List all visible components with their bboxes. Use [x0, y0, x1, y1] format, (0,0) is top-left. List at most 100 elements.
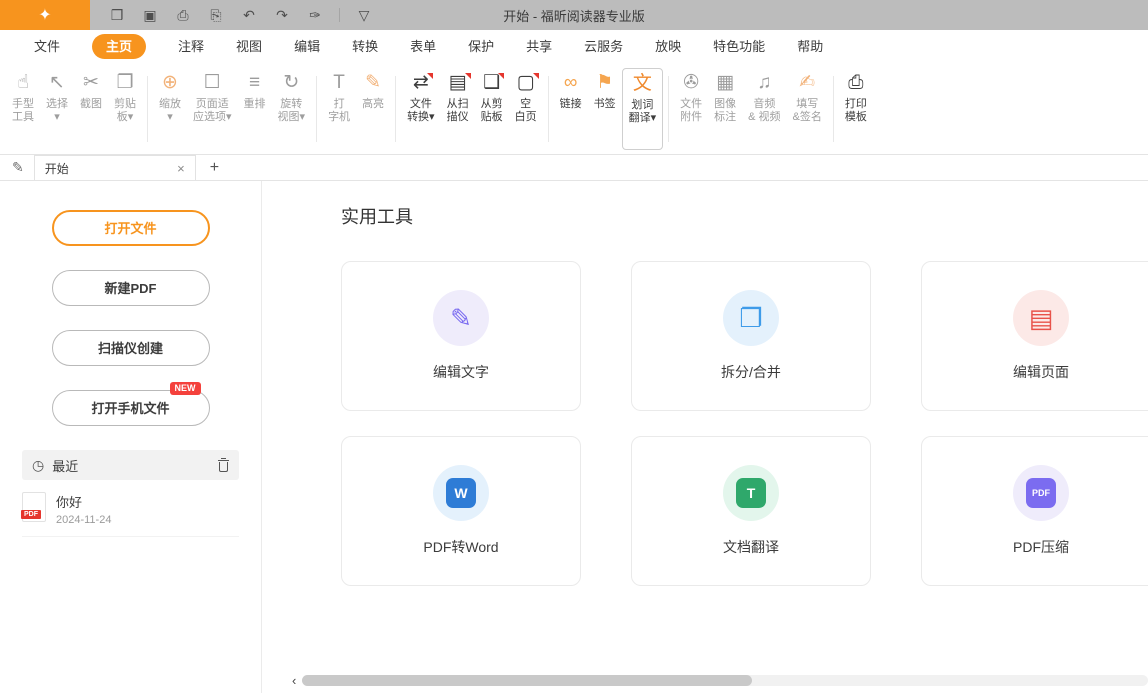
- tool-label: 缩放: [159, 98, 181, 111]
- card-edit-page[interactable]: ▤ 编辑页面: [921, 261, 1148, 411]
- select-icon: ↖: [49, 71, 65, 95]
- tool-label: 文件: [410, 98, 432, 111]
- scanner-create-button[interactable]: 扫描仪创建: [52, 330, 210, 366]
- tool-label: ▾: [54, 111, 60, 124]
- tool-label: 工具: [12, 111, 34, 124]
- card-pdf-to-word[interactable]: W PDF转Word: [341, 436, 581, 586]
- link-button[interactable]: ∞ 链接: [554, 68, 588, 150]
- card-edit-text[interactable]: ✎ 编辑文字: [341, 261, 581, 411]
- export-icon[interactable]: ⎘: [207, 8, 225, 22]
- tool-label: 字机: [328, 111, 350, 124]
- undo-icon[interactable]: ↶: [240, 8, 258, 22]
- tool-label: 标注: [714, 111, 736, 124]
- pencil-glyph-icon: ✎: [450, 305, 472, 331]
- tab-share[interactable]: 共享: [526, 40, 552, 53]
- tab-help[interactable]: 帮助: [797, 40, 823, 53]
- save-icon[interactable]: ▣: [141, 8, 159, 22]
- tool-label: 手型: [12, 98, 34, 111]
- close-tab-icon[interactable]: ×: [177, 161, 185, 176]
- tab-comment[interactable]: 注释: [178, 40, 204, 53]
- toolbar-separator: [339, 8, 340, 22]
- file-convert-button[interactable]: ⇄ 文件 转换▾: [401, 68, 441, 150]
- clear-recent-trash-icon[interactable]: [218, 459, 229, 472]
- audio-video-icon: ♫: [757, 71, 771, 95]
- audio-video-button[interactable]: ♫ 音频 & 视频: [742, 68, 786, 150]
- tool-label: 剪贴: [114, 98, 136, 111]
- bookmark-button[interactable]: ⚑ 书签: [588, 68, 622, 150]
- create-pdf-button[interactable]: 新建PDF: [52, 270, 210, 306]
- clipboard-button[interactable]: ❐ 剪贴 板▾: [108, 68, 142, 150]
- open-file-icon[interactable]: ❒: [108, 8, 126, 22]
- sign-icon[interactable]: ✑: [306, 8, 324, 22]
- typewriter-button[interactable]: T 打 字机: [322, 68, 356, 150]
- scrollbar-thumb[interactable]: [302, 675, 752, 686]
- fill-sign-button[interactable]: ✍ 填写 &签名: [787, 68, 828, 150]
- open-phone-file-label: 打开手机文件: [91, 401, 169, 416]
- tool-label: &签名: [793, 111, 822, 124]
- page-title: 实用工具: [341, 203, 1148, 229]
- tool-label: 空: [520, 98, 531, 111]
- recent-section-header: ◷ 最近: [22, 450, 239, 480]
- from-clipboard-button[interactable]: ❑ 从剪 贴板: [475, 68, 509, 150]
- pdf-chip-icon: PDF: [1026, 478, 1056, 508]
- ribbon-separator: [668, 76, 669, 142]
- tool-label: 描仪: [447, 111, 469, 124]
- clock-icon: ◷: [32, 458, 44, 472]
- highlight-button[interactable]: ✎ 高亮: [356, 68, 390, 150]
- pages-glyph-icon: ❐: [739, 305, 762, 331]
- tab-home[interactable]: 主页: [92, 34, 146, 59]
- page-fit-button[interactable]: ☐ 页面适 应选项▾: [187, 68, 238, 150]
- tab-file[interactable]: 文件: [34, 40, 60, 53]
- typewriter-icon: T: [333, 71, 345, 95]
- open-file-button[interactable]: 打开文件: [52, 210, 210, 246]
- hand-tool-button[interactable]: ☝ 手型 工具: [6, 68, 40, 150]
- print-template-icon: ⎙: [848, 71, 863, 95]
- image-annotation-button[interactable]: ▦ 图像 标注: [708, 68, 742, 150]
- ribbon-separator: [548, 76, 549, 142]
- tab-form[interactable]: 表单: [410, 40, 436, 53]
- open-phone-file-button[interactable]: 打开手机文件 NEW: [52, 390, 210, 426]
- horizontal-scrollbar[interactable]: ‹: [292, 674, 1148, 687]
- tab-protect[interactable]: 保护: [468, 40, 494, 53]
- from-scanner-button[interactable]: ▤ 从扫 描仪: [441, 68, 475, 150]
- new-tab-button[interactable]: +: [210, 159, 219, 177]
- recent-file-item[interactable]: 你好 2024-11-24: [22, 492, 239, 537]
- document-tab-start[interactable]: 开始 ×: [34, 155, 196, 180]
- reflow-button[interactable]: ≡ 重排: [238, 68, 272, 150]
- new-badge: NEW: [170, 382, 201, 395]
- scrollbar-track[interactable]: [302, 675, 1148, 686]
- recent-file-date: 2024-11-24: [56, 514, 111, 526]
- tab-cloud[interactable]: 云服务: [584, 40, 623, 53]
- tab-present[interactable]: 放映: [655, 40, 681, 53]
- scroll-left-button[interactable]: ‹: [292, 674, 296, 687]
- tab-view[interactable]: 视图: [236, 40, 262, 53]
- tool-label: 旋转: [280, 98, 302, 111]
- rotate-view-button[interactable]: ↻ 旋转 视图▾: [272, 68, 312, 150]
- tab-features[interactable]: 特色功能: [713, 40, 765, 53]
- card-doc-translate[interactable]: T 文档翻译: [631, 436, 871, 586]
- card-pdf-compress[interactable]: PDF PDF压缩: [921, 436, 1148, 586]
- tab-convert[interactable]: 转换: [352, 40, 378, 53]
- ribbon-separator: [833, 76, 834, 142]
- blank-page-button[interactable]: ▢ 空 白页: [509, 68, 543, 150]
- foxit-logo[interactable]: ✦: [0, 0, 90, 30]
- from-clipboard-icon: ❑: [483, 71, 500, 95]
- print-template-button[interactable]: ⎙ 打印 模板: [839, 68, 873, 150]
- zoom-button[interactable]: ⊕ 缩放 ▾: [153, 68, 187, 150]
- print-icon[interactable]: ⎙: [174, 8, 192, 22]
- tool-label: 书签: [594, 98, 616, 111]
- customize-toolbar-icon[interactable]: ▽: [355, 8, 373, 22]
- snapshot-button[interactable]: ✂ 截图: [74, 68, 108, 150]
- card-split-merge[interactable]: ❐ 拆分/合并: [631, 261, 871, 411]
- card-label: 拆分/合并: [721, 362, 781, 382]
- translate-icon: 文: [633, 72, 652, 96]
- file-attachment-button[interactable]: ✇ 文件 附件: [674, 68, 708, 150]
- pencil-icon[interactable]: ✎: [12, 159, 24, 176]
- redo-icon[interactable]: ↷: [273, 8, 291, 22]
- tool-label: 转换▾: [407, 111, 435, 124]
- translate-button[interactable]: 文 划词 翻译▾: [622, 68, 664, 150]
- select-button[interactable]: ↖ 选择 ▾: [40, 68, 74, 150]
- tab-edit[interactable]: 编辑: [294, 40, 320, 53]
- fill-sign-icon: ✍: [799, 71, 815, 95]
- document-tab-bar: ✎ 开始 × +: [0, 155, 1148, 181]
